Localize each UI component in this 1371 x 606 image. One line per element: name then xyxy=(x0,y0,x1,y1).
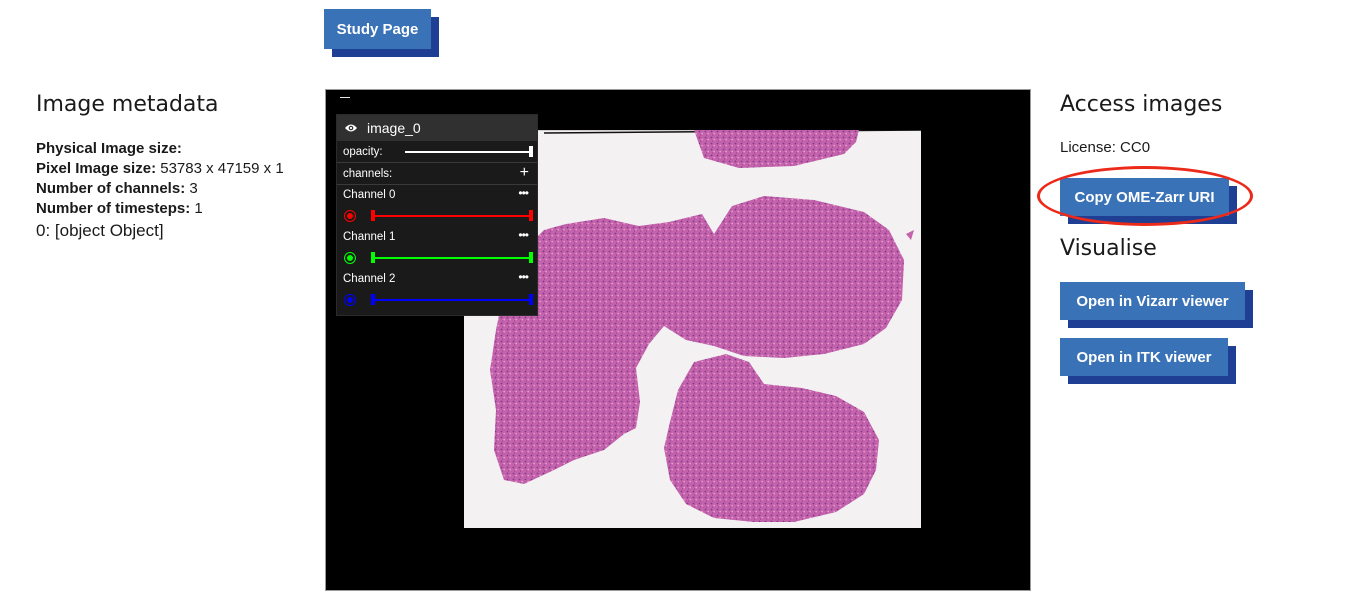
channel-range-max-thumb[interactable] xyxy=(529,294,533,305)
channel-visibility-toggle[interactable] xyxy=(344,252,356,264)
opacity-slider-thumb[interactable] xyxy=(529,146,533,157)
opacity-row: opacity: xyxy=(337,141,537,163)
opacity-label: opacity: xyxy=(343,145,383,158)
visualise-heading: Visualise xyxy=(1060,236,1157,261)
channel-count-label: Number of channels: xyxy=(36,180,186,197)
pixel-size-label: Pixel Image size: xyxy=(36,160,157,177)
minus-icon[interactable] xyxy=(340,97,350,98)
object-line: 0: [object Object] xyxy=(36,221,164,240)
study-page-button[interactable]: Study Page xyxy=(324,9,431,49)
timestep-count-value: 1 xyxy=(190,200,203,217)
channel-range-track[interactable] xyxy=(373,299,531,301)
more-options-icon[interactable]: ••• xyxy=(518,228,529,242)
channel-row: Channel 0 ••• xyxy=(337,185,537,227)
more-options-icon[interactable]: ••• xyxy=(518,270,529,284)
channel-label: Channel 0 xyxy=(343,189,396,201)
physical-size-row: Physical Image size: xyxy=(36,139,298,159)
metadata-list: Physical Image size: Pixel Image size: 5… xyxy=(36,139,298,241)
channel-row: Channel 1 ••• xyxy=(337,227,537,269)
channels-label: channels: xyxy=(343,167,393,180)
channel-range-track[interactable] xyxy=(373,215,531,217)
license-text: License: CC0 xyxy=(1060,139,1151,156)
layer-name: image_0 xyxy=(367,120,421,136)
channel-range-max-thumb[interactable] xyxy=(529,252,533,263)
open-itk-button[interactable]: Open in ITK viewer xyxy=(1060,338,1228,376)
pixel-size-row: Pixel Image size: 53783 x 47159 x 1 xyxy=(36,159,298,179)
access-images-heading: Access images xyxy=(1060,92,1223,117)
channel-count-value: 3 xyxy=(185,180,198,197)
channel-count-row: Number of channels: 3 xyxy=(36,179,298,199)
channel-range-min-thumb[interactable] xyxy=(371,294,375,305)
more-options-icon[interactable]: ••• xyxy=(518,186,529,200)
channel-list: Channel 0 ••• Channel 1 ••• Channel 2 ••• xyxy=(337,185,537,311)
image-viewer[interactable]: image_0 opacity: channels: + Channel 0 ••… xyxy=(325,89,1031,591)
eye-icon[interactable] xyxy=(344,123,358,133)
layer-panel: image_0 opacity: channels: + Channel 0 ••… xyxy=(336,114,538,316)
open-vizarr-button[interactable]: Open in Vizarr viewer xyxy=(1060,282,1245,320)
channel-row: Channel 2 ••• xyxy=(337,269,537,311)
channel-range-track[interactable] xyxy=(373,257,531,259)
channels-row: channels: + xyxy=(337,163,537,185)
channel-range-max-thumb[interactable] xyxy=(529,210,533,221)
timestep-count-row: Number of timesteps: 1 xyxy=(36,199,298,219)
pixel-size-value: 53783 x 47159 x 1 xyxy=(156,160,284,177)
opacity-slider-track[interactable] xyxy=(405,151,531,153)
channel-visibility-toggle[interactable] xyxy=(344,294,356,306)
channel-label: Channel 2 xyxy=(343,273,396,285)
physical-size-label: Physical Image size: xyxy=(36,140,182,157)
copy-ome-zarr-uri-button[interactable]: Copy OME-Zarr URI xyxy=(1060,178,1229,216)
timestep-count-label: Number of timesteps: xyxy=(36,200,191,217)
image-metadata-heading: Image metadata xyxy=(36,92,219,117)
layer-header: image_0 xyxy=(337,115,537,141)
channel-range-min-thumb[interactable] xyxy=(371,252,375,263)
channel-visibility-toggle[interactable] xyxy=(344,210,356,222)
add-channel-icon[interactable]: + xyxy=(520,164,529,182)
channel-label: Channel 1 xyxy=(343,231,396,243)
channel-range-min-thumb[interactable] xyxy=(371,210,375,221)
